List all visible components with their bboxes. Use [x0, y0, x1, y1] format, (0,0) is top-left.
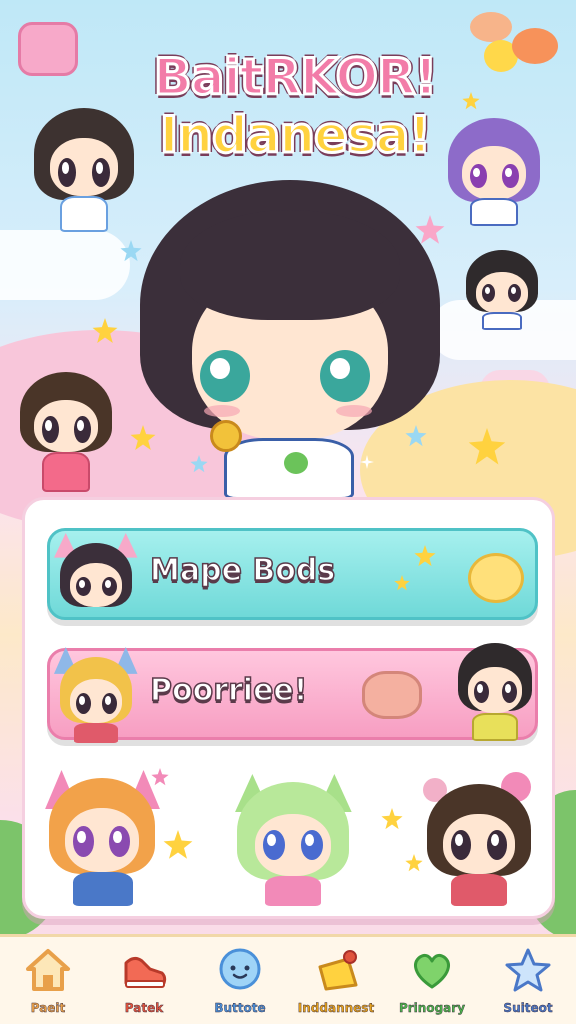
gold-coin-icon — [210, 420, 242, 452]
button-character — [454, 643, 536, 743]
cloud — [0, 230, 130, 300]
selectable-character-orange[interactable] — [43, 768, 161, 908]
character-eye — [200, 350, 250, 402]
side-character — [448, 118, 540, 228]
character-body — [265, 876, 321, 906]
character-body — [482, 312, 522, 330]
character-eye — [74, 416, 91, 443]
title-line-2: Indanesa! — [158, 105, 433, 166]
side-character — [466, 250, 538, 330]
character-eye — [482, 284, 495, 302]
game-title-logo: BaitRKOR! Indanesa! — [130, 47, 460, 166]
character-eye — [58, 158, 76, 187]
character-eye — [502, 681, 517, 703]
character-blush — [336, 405, 372, 417]
character-eye — [42, 416, 59, 443]
character-blush — [204, 405, 240, 417]
orange-blob — [470, 12, 512, 42]
character-eye — [320, 350, 370, 402]
main-menu-panel: Mape Bods Poorriee! — [22, 497, 555, 919]
tab-label: Suiteot — [503, 1001, 553, 1015]
side-character — [34, 108, 134, 238]
character-body — [451, 874, 507, 906]
star-icon — [381, 808, 403, 830]
sneaker-icon — [124, 956, 167, 988]
character-eye — [502, 164, 519, 189]
main-character — [140, 180, 440, 500]
tab-paeit[interactable]: Paeit — [0, 943, 96, 1023]
tab-label: Prinogary — [398, 1001, 466, 1015]
yellow-cat-mascot — [468, 553, 524, 603]
ribbon-icon — [318, 950, 358, 991]
house-icon — [26, 949, 70, 991]
character-body — [42, 452, 90, 492]
pink-cat-cushion — [18, 22, 78, 76]
character-bangs — [180, 210, 400, 320]
poorriee-label: Poorriee! — [149, 672, 308, 709]
heart-icon — [414, 953, 450, 989]
tab-label: Patek — [124, 1001, 164, 1015]
tab-prinogary[interactable]: Prinogary — [384, 943, 480, 1023]
tab-patek[interactable]: Patek — [96, 943, 192, 1023]
star-icon — [405, 854, 423, 872]
tab-buttote[interactable]: Buttote — [192, 943, 288, 1023]
character-eye — [451, 830, 472, 860]
star-icon — [394, 575, 410, 591]
character-body — [73, 872, 133, 906]
selectable-character-brown[interactable] — [423, 772, 535, 908]
pink-pig-mascot — [362, 671, 422, 719]
tab-suiteot[interactable]: Suiteot — [480, 943, 576, 1023]
character-eye — [263, 830, 286, 860]
character-eye — [470, 164, 487, 189]
selectable-character-green[interactable] — [231, 772, 355, 908]
tab-label: Paeit — [30, 1001, 66, 1015]
character-body — [470, 198, 518, 226]
character-eye — [73, 826, 95, 857]
tab-label: Inddannest — [297, 1001, 375, 1015]
poorriee-button[interactable]: Poorriee! — [47, 643, 538, 743]
mape-bods-button[interactable]: Mape Bods — [47, 528, 538, 620]
star-icon — [163, 830, 193, 859]
bubble-face-icon — [219, 948, 261, 990]
character-eye — [487, 830, 508, 860]
star-icon — [414, 545, 436, 567]
character-body — [60, 196, 108, 232]
star-icon — [462, 92, 480, 110]
button-character — [54, 533, 138, 621]
character-body — [472, 713, 518, 741]
character-eye — [109, 826, 131, 857]
character-eye — [474, 681, 489, 703]
character-body — [74, 723, 118, 743]
bottom-tab-bar: Paeit Patek Buttote Inddannest Prinogary — [0, 934, 576, 1024]
green-bow — [284, 452, 308, 474]
mape-bods-label: Mape Bods — [149, 552, 336, 589]
star-icon — [505, 948, 551, 992]
tab-inddannest[interactable]: Inddannest — [288, 943, 384, 1023]
title-line-1: BaitRKOR! — [152, 47, 439, 108]
button-character — [54, 647, 138, 743]
tab-label: Buttote — [214, 1001, 266, 1015]
character-eye — [92, 158, 110, 187]
character-eye — [508, 284, 521, 302]
side-character — [20, 372, 112, 494]
orange-blob — [512, 28, 558, 64]
character-eye — [301, 830, 324, 860]
